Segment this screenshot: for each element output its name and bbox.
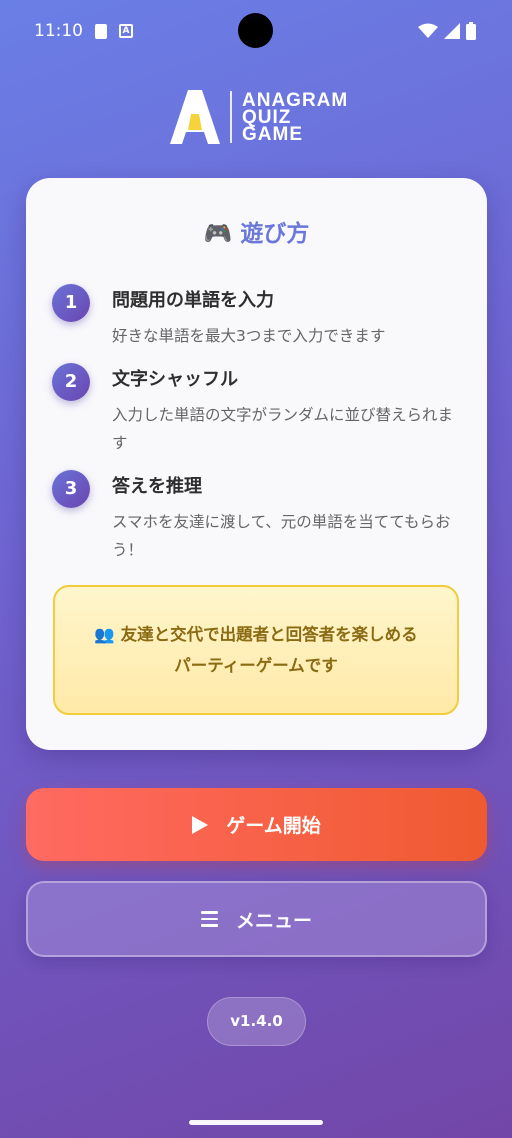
how-to-play-card: 🎮 遊び方 1 問題用の単語を入力 好きな単語を最大3つまで入力できます 2 文…: [26, 178, 487, 750]
a-badge-icon: A: [119, 24, 133, 38]
version-badge: v1.4.0: [207, 997, 306, 1046]
step-1: 1 問題用の単語を入力 好きな単語を最大3つまで入力できます: [52, 282, 462, 352]
battery-icon: [466, 22, 476, 40]
step-2: 2 文字シャッフル 入力した単語の文字がランダムに並び替えられます: [52, 361, 462, 461]
logo-line-2: QUIZ: [242, 106, 292, 128]
status-left: 11:10 A: [34, 21, 133, 41]
sd-card-icon: [95, 23, 107, 39]
hamburger-icon: [200, 911, 218, 927]
signal-icon: [444, 23, 460, 39]
wifi-icon: [418, 23, 438, 38]
camera-cutout: [238, 13, 273, 48]
step-description: スマホを友達に渡して、元の単語を当ててもらおう！: [112, 513, 451, 559]
step-title: 答えを推理: [112, 476, 202, 497]
logo-divider: [230, 91, 232, 143]
card-title: 🎮 遊び方: [203, 221, 310, 247]
notice-line-1: 友達と交代で出題者と回答者を楽しめる: [120, 625, 418, 644]
menu-label: メニュー: [235, 909, 312, 932]
start-game-button[interactable]: ゲーム開始: [26, 788, 487, 861]
menu-button[interactable]: メニュー: [26, 881, 487, 957]
step-description: 入力した単語の文字がランダムに並び替えられます: [112, 406, 454, 452]
step-title: 問題用の単語を入力: [112, 290, 274, 311]
step-number-badge: 3: [52, 470, 90, 508]
notice-text: 👥 友達と交代で出題者と回答者を楽しめる パーティーゲームです: [94, 619, 417, 681]
app-logo: ANAGRAM QUIZ GAME: [170, 90, 348, 144]
notice-line-2: パーティーゲームです: [174, 656, 338, 675]
home-indicator[interactable]: [189, 1120, 323, 1125]
step-description: 好きな単語を最大3つまで入力できます: [112, 327, 386, 345]
status-time: 11:10: [34, 21, 83, 41]
status-right: [418, 22, 476, 40]
logo-text: ANAGRAM QUIZ GAME: [242, 89, 349, 145]
play-icon: [192, 815, 209, 834]
logo-a-icon: [170, 90, 220, 144]
step-number-badge: 1: [52, 284, 90, 322]
start-game-label: ゲーム開始: [226, 815, 321, 837]
people-icon: 👥: [94, 625, 115, 644]
step-number-badge: 2: [52, 363, 90, 401]
logo-line-3: GAME: [242, 123, 303, 145]
party-game-notice: 👥 友達と交代で出題者と回答者を楽しめる パーティーゲームです: [53, 585, 459, 715]
step-title: 文字シャッフル: [112, 369, 238, 390]
logo-line-1: ANAGRAM: [242, 89, 349, 111]
step-3: 3 答えを推理 スマホを友達に渡して、元の単語を当ててもらおう！: [52, 468, 462, 568]
